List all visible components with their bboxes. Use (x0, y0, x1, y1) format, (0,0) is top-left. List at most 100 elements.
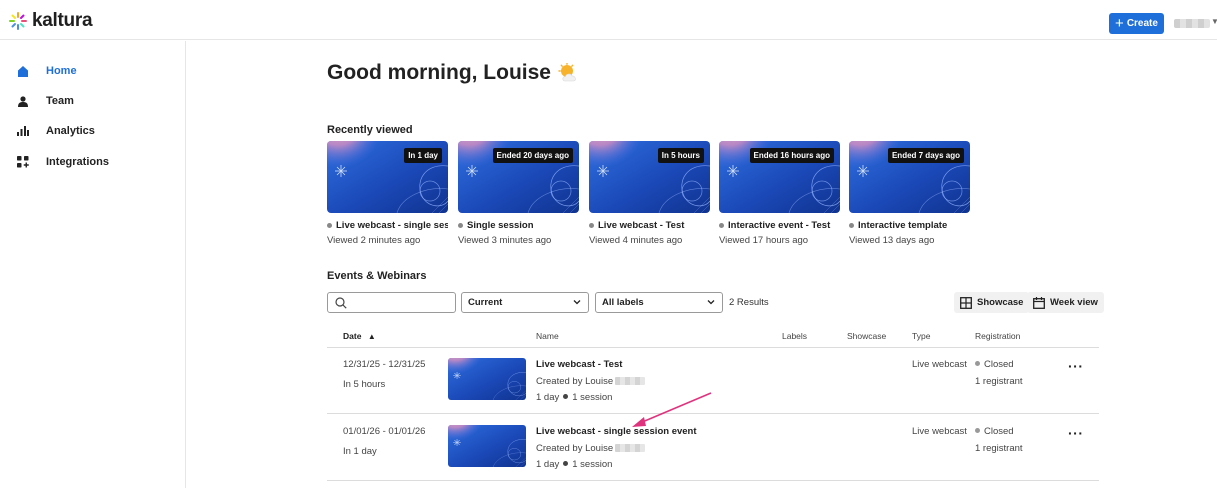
separator-dot-icon (563, 394, 569, 399)
status-filter-select[interactable]: Current (461, 292, 589, 313)
kaltura-logo[interactable]: kaltura (8, 10, 93, 32)
chevron-down-icon[interactable]: ▼ (1211, 17, 1217, 26)
row-type: Live webcast (912, 426, 967, 437)
event-thumbnail[interactable]: Ended 7 days ago (849, 141, 970, 213)
row-date: 01/01/26 - 01/01/26 (343, 426, 426, 437)
sidebar-item-label: Home (46, 65, 77, 77)
row-registrants: 1 registrant (975, 376, 1023, 387)
row-created-by: Created by Louise (536, 443, 646, 454)
card-viewed: Viewed 4 minutes ago (589, 235, 683, 246)
status-dot-icon (458, 223, 463, 228)
labels-filter-value: All labels (602, 297, 644, 308)
column-header-registration[interactable]: Registration (975, 331, 1020, 341)
event-thumbnail[interactable] (448, 425, 526, 467)
event-name-link[interactable]: Live webcast - Test (536, 359, 622, 370)
row-status: Closed (975, 359, 1014, 370)
recent-card[interactable]: Ended 16 hours ago Interactive event - T… (719, 141, 840, 246)
column-header-name[interactable]: Name (536, 331, 559, 341)
duration-text: 1 day (536, 392, 560, 403)
sidebar-item-team[interactable]: Team (16, 91, 74, 111)
user-menu[interactable] (1174, 19, 1210, 28)
row-date: 12/31/25 - 12/31/25 (343, 359, 426, 370)
card-title[interactable]: Single session (458, 220, 579, 231)
search-icon (335, 297, 347, 309)
search-input[interactable] (352, 295, 452, 310)
more-options-icon[interactable]: ··· (1068, 359, 1084, 373)
column-header-type[interactable]: Type (912, 331, 930, 341)
sun-cloud-icon (558, 63, 576, 82)
event-thumbnail[interactable]: Ended 16 hours ago (719, 141, 840, 213)
card-viewed: Viewed 13 days ago (849, 235, 935, 246)
status-dot-icon (975, 361, 980, 366)
status-dot-icon (975, 428, 980, 433)
divider (327, 347, 1099, 348)
time-badge: In 1 day (404, 148, 442, 163)
row-relative-time: In 1 day (343, 446, 377, 457)
card-title[interactable]: Live webcast - single sessi... (327, 220, 448, 231)
card-title-text: Single session (467, 220, 534, 231)
search-field[interactable] (327, 292, 456, 313)
card-title-text: Interactive event - Test (728, 220, 831, 231)
recent-card[interactable]: In 1 day Live webcast - single sessi... … (327, 141, 448, 246)
duration-text: 1 day (536, 459, 560, 470)
create-button[interactable]: + Create (1109, 13, 1164, 34)
column-header-labels[interactable]: Labels (782, 331, 807, 341)
annotation-arrow-icon (632, 392, 712, 427)
recent-card[interactable]: Ended 20 days ago Single session Viewed … (458, 141, 579, 246)
sidebar-item-label: Analytics (46, 125, 95, 137)
bar-chart-icon (16, 124, 30, 138)
row-relative-time: In 5 hours (343, 379, 386, 390)
recently-viewed-title: Recently viewed (327, 124, 413, 136)
status-text: Closed (984, 359, 1014, 370)
separator-dot-icon (563, 461, 569, 466)
plus-icon: + (1115, 15, 1124, 32)
status-filter-value: Current (468, 297, 503, 308)
sidebar-item-label: Integrations (46, 156, 109, 168)
greeting-text: Good morning, Louise (327, 61, 551, 84)
recent-card[interactable]: In 5 hours Live webcast - Test Viewed 4 … (589, 141, 710, 246)
page-title: Good morning, Louise (327, 61, 580, 85)
week-view-label: Week view (1050, 297, 1098, 308)
time-badge: Ended 20 days ago (492, 148, 573, 163)
recent-card[interactable]: Ended 7 days ago Interactive template Vi… (849, 141, 970, 246)
integrations-icon (16, 155, 30, 169)
sidebar-item-home[interactable]: Home (16, 61, 77, 81)
row-type: Live webcast (912, 359, 967, 370)
sessions-text: 1 session (572, 392, 613, 403)
brand-name: kaltura (32, 10, 93, 31)
card-viewed: Viewed 17 hours ago (719, 235, 809, 246)
more-options-icon[interactable]: ··· (1068, 426, 1084, 440)
labels-filter-select[interactable]: All labels (595, 292, 723, 313)
row-duration: 1 day 1 session (536, 392, 612, 403)
showcase-button[interactable]: Showcase (954, 292, 1030, 313)
redacted-name (615, 377, 646, 385)
column-header-showcase[interactable]: Showcase (847, 331, 886, 341)
sort-ascending-icon: ▲ (367, 332, 376, 341)
divider (327, 480, 1099, 481)
event-thumbnail[interactable]: Ended 20 days ago (458, 141, 579, 213)
status-dot-icon (719, 223, 724, 228)
event-thumbnail[interactable] (448, 358, 526, 400)
event-thumbnail[interactable]: In 1 day (327, 141, 448, 213)
kaltura-logo-icon (9, 12, 27, 30)
status-dot-icon (327, 223, 332, 228)
row-duration: 1 day 1 session (536, 459, 612, 470)
time-badge: Ended 7 days ago (887, 148, 964, 163)
week-view-button[interactable]: Week view (1027, 292, 1104, 313)
sidebar-item-integrations[interactable]: Integrations (16, 152, 109, 172)
created-by-text: Created by Louise (536, 443, 614, 454)
sidebar-item-analytics[interactable]: Analytics (16, 121, 95, 141)
card-title[interactable]: Live webcast - Test (589, 220, 710, 231)
top-bar: kaltura + Create ▼ (0, 0, 1217, 40)
grid-icon (960, 296, 972, 309)
redacted-name (615, 444, 646, 452)
card-title[interactable]: Interactive template (849, 220, 970, 231)
event-thumbnail[interactable]: In 5 hours (589, 141, 710, 213)
card-viewed: Viewed 2 minutes ago (327, 235, 421, 246)
user-icon (16, 94, 30, 108)
column-header-date[interactable]: Date ▲ (343, 331, 376, 341)
status-text: Closed (984, 426, 1014, 437)
card-viewed: Viewed 3 minutes ago (458, 235, 552, 246)
card-title[interactable]: Interactive event - Test (719, 220, 840, 231)
chevron-down-icon (707, 300, 715, 305)
